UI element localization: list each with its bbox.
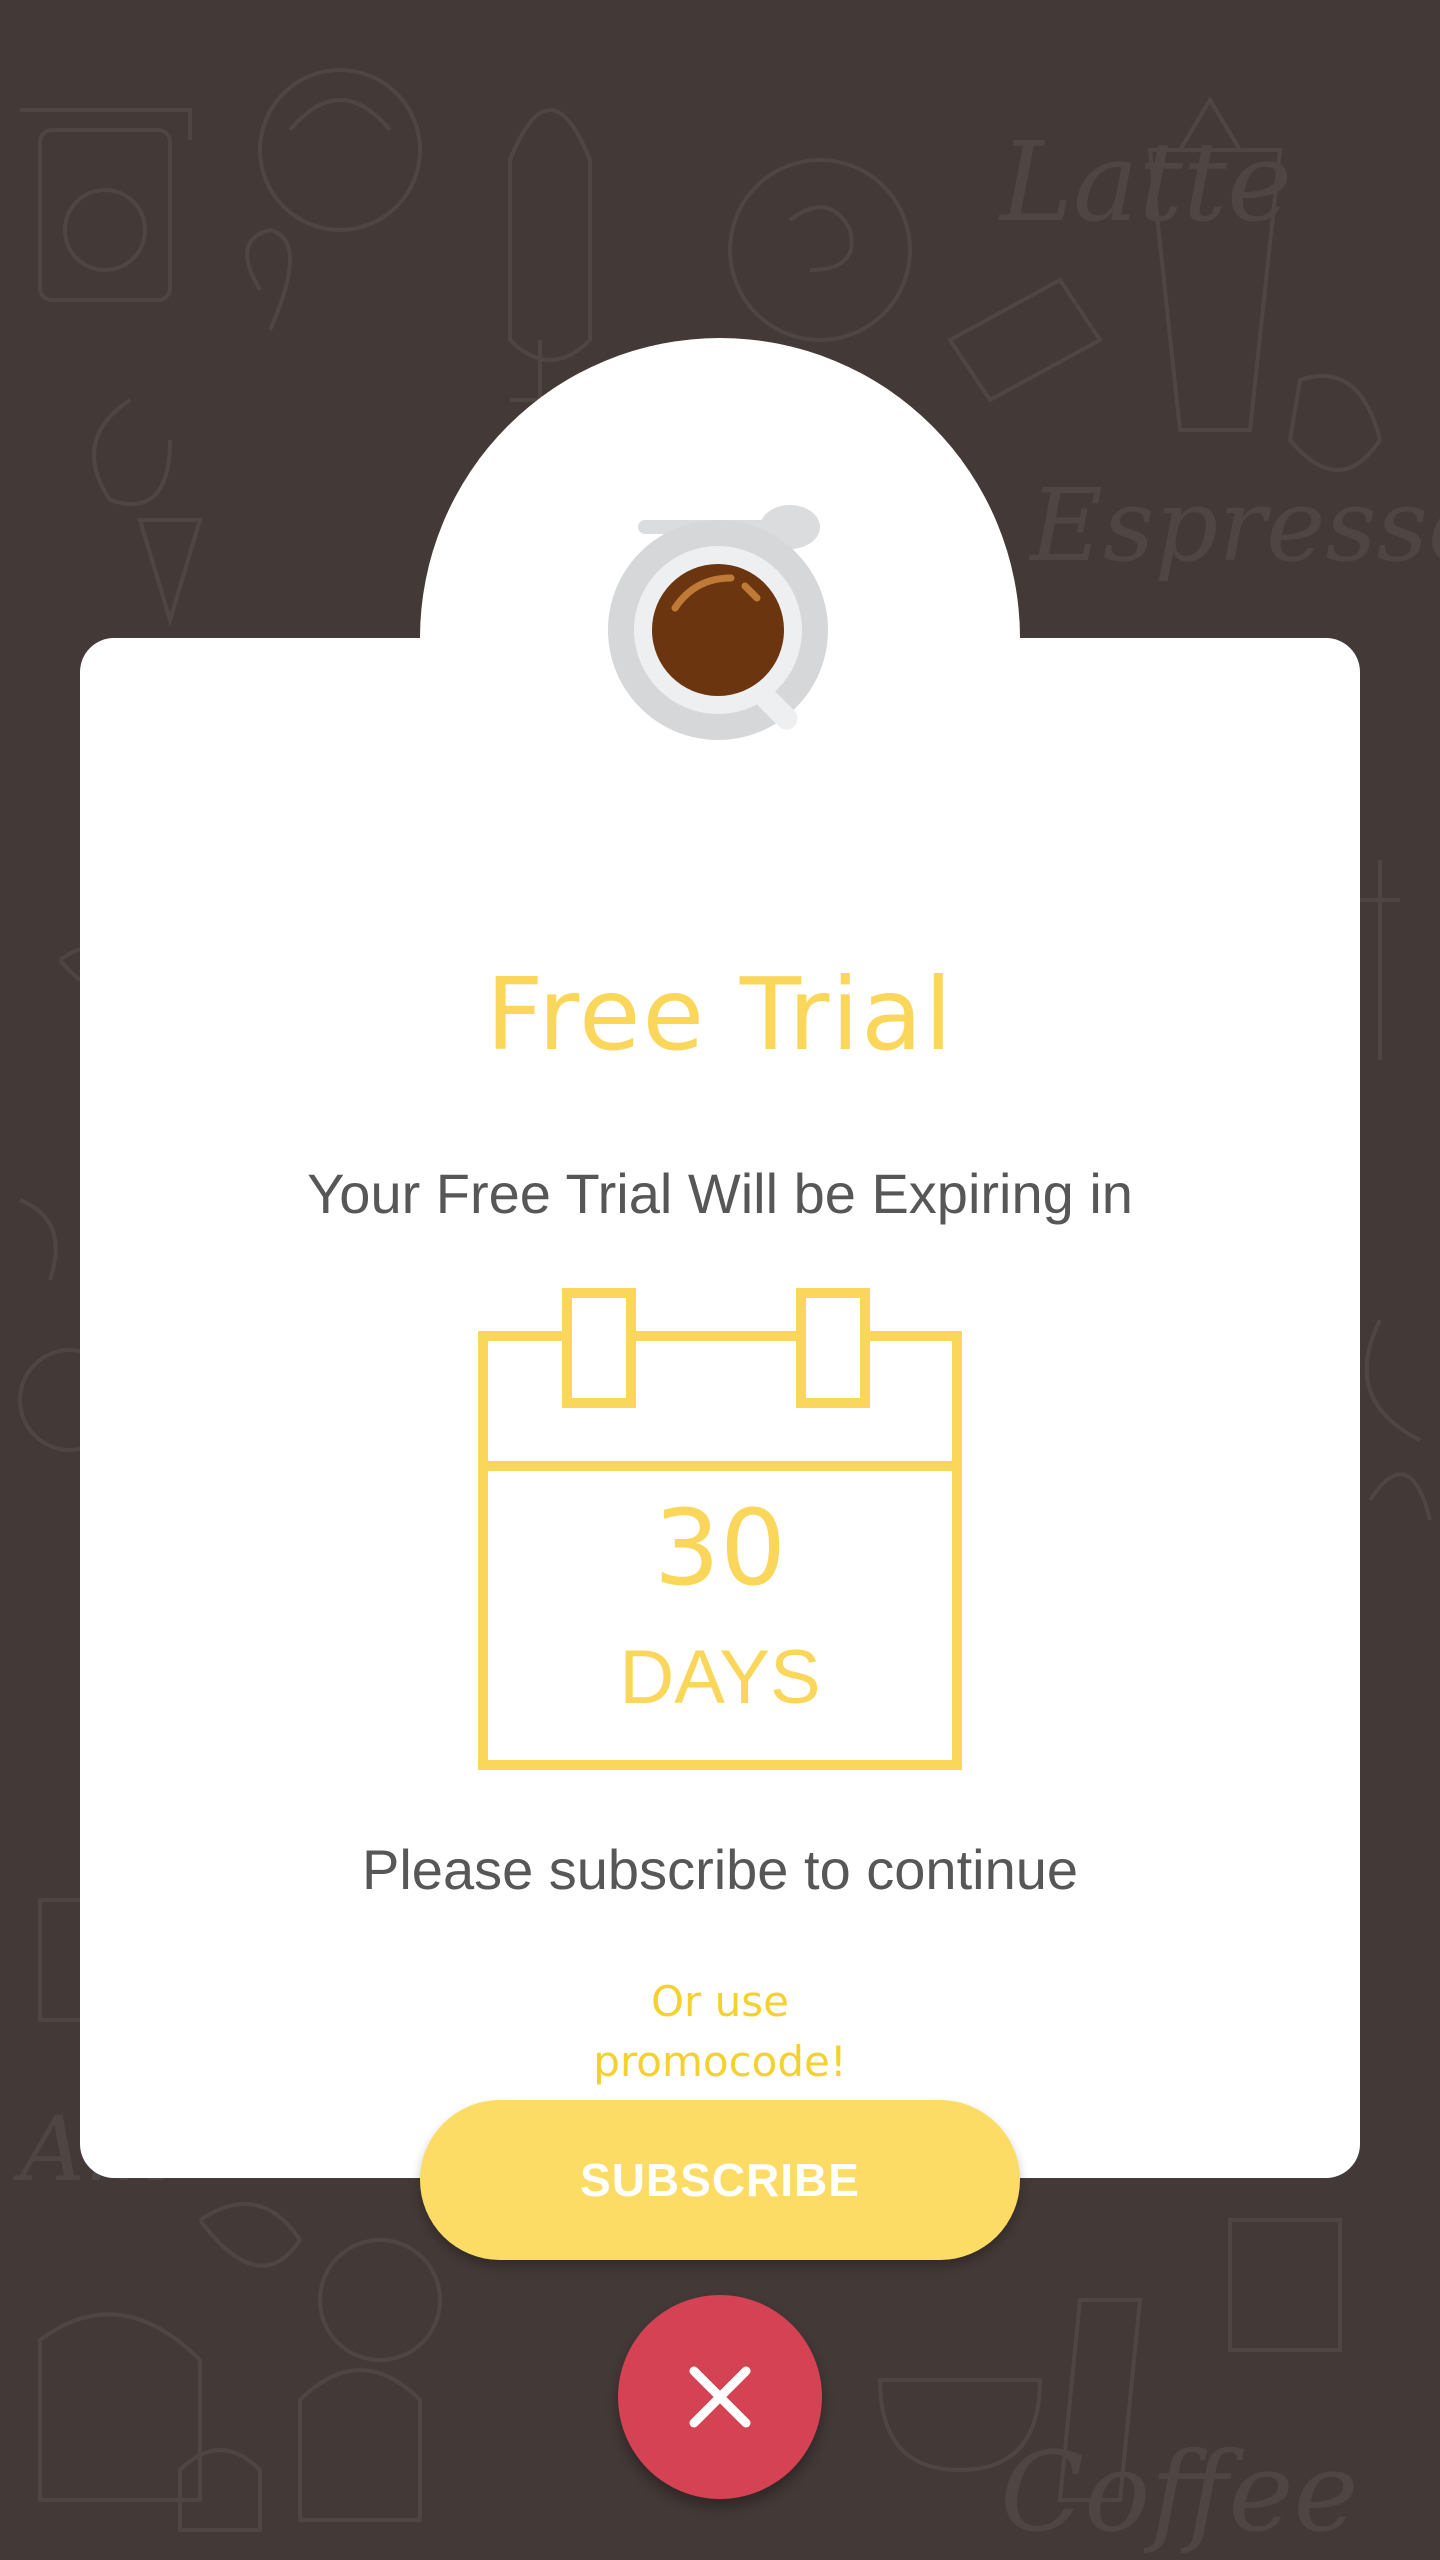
- svg-text:Latte: Latte: [998, 118, 1292, 246]
- close-icon: [689, 2366, 751, 2428]
- svg-text:Espresso: Espresso: [1028, 467, 1440, 584]
- promocode-link[interactable]: Or use promocode!: [520, 1972, 920, 2092]
- close-button[interactable]: [618, 2295, 822, 2499]
- subscribe-button[interactable]: SUBSCRIBE: [420, 2100, 1020, 2260]
- subscribe-prompt: Please subscribe to continue: [362, 1838, 1078, 1901]
- trial-expiry-text: Your Free Trial Will be Expiring in: [307, 1162, 1133, 1225]
- trial-days-unit: DAYS: [619, 1635, 821, 1720]
- trial-days-count: 30: [653, 1487, 787, 1609]
- coffee-cup-icon: [608, 505, 828, 740]
- svg-text:Coffee: Coffee: [1000, 2428, 1359, 2556]
- dialog-title: Free Trial: [485, 956, 955, 1073]
